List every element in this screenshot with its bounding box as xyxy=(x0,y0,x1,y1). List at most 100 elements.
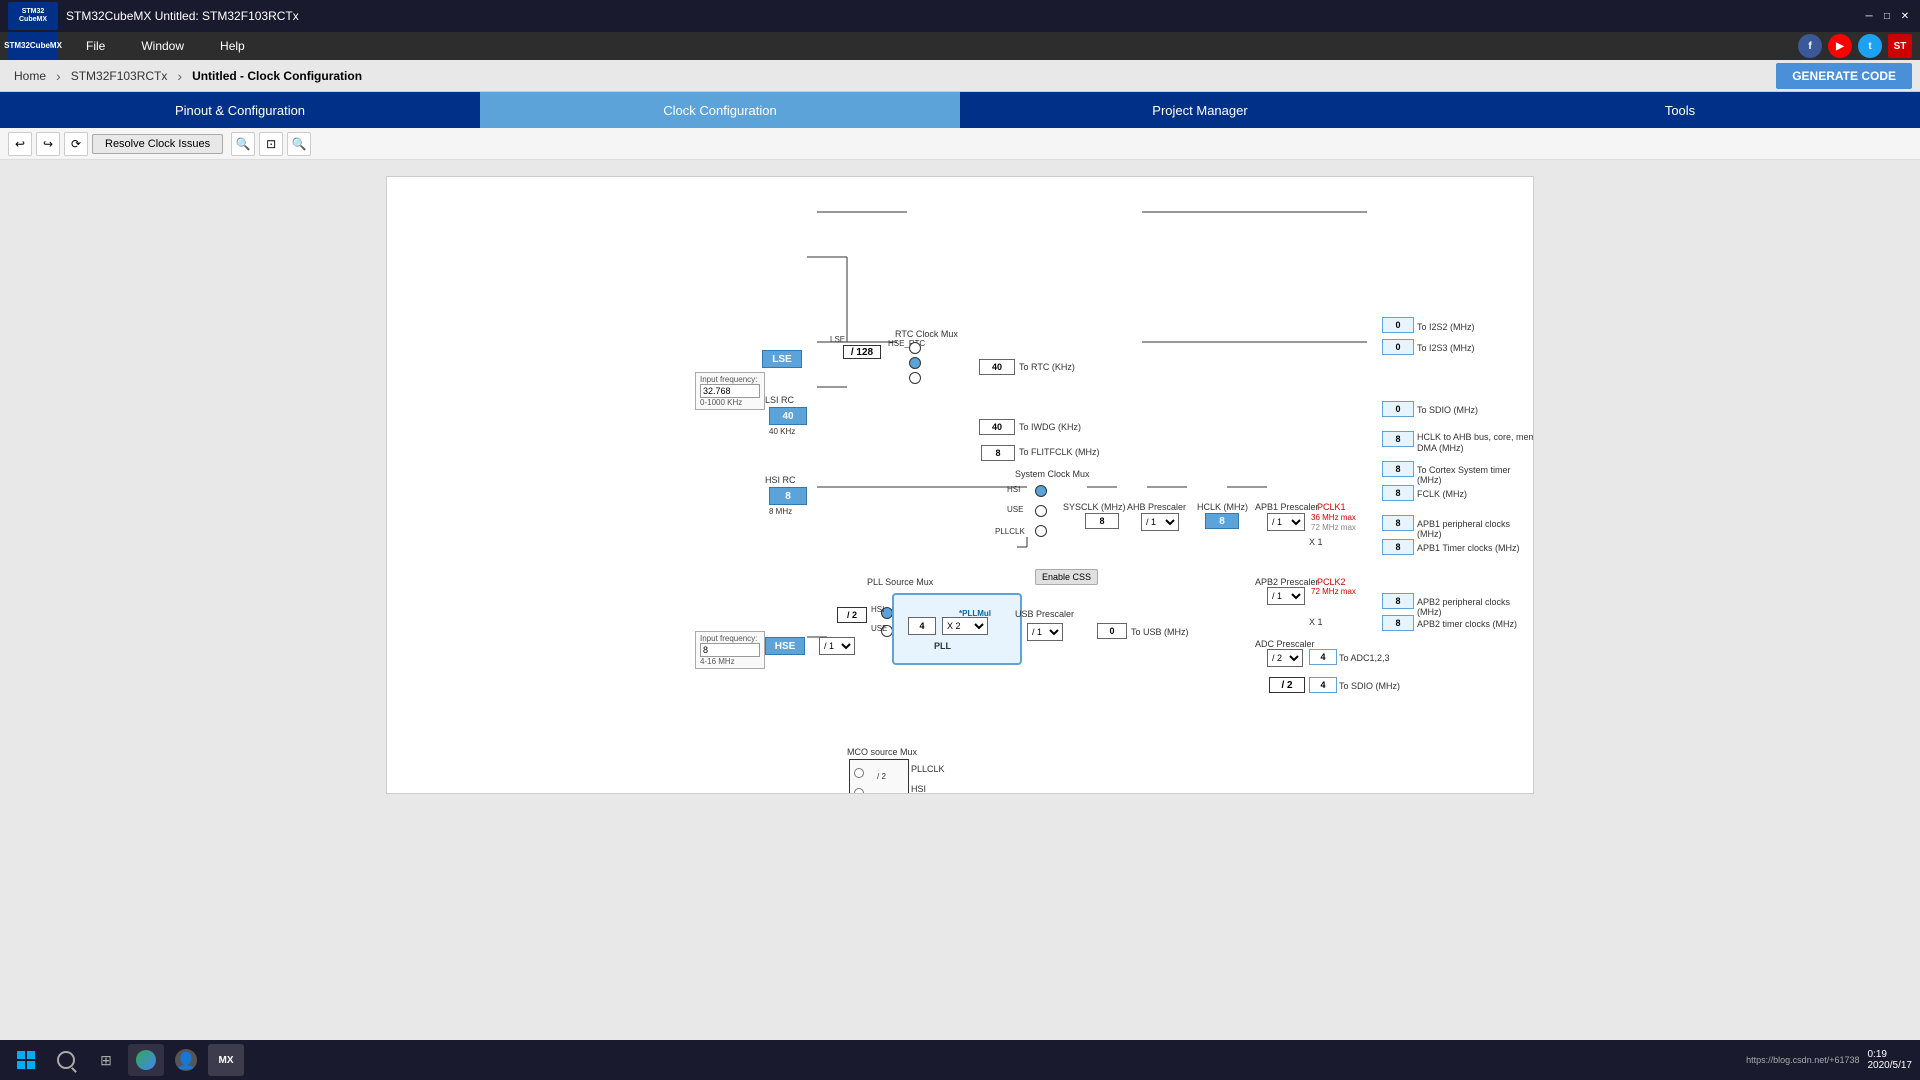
mco-source-mux-label: MCO source Mux xyxy=(847,747,917,757)
chrome-icon xyxy=(136,1050,156,1070)
input-freq-hsi-label: Input frequency: xyxy=(700,375,760,384)
undo-button[interactable]: ↩ xyxy=(8,132,32,156)
resolve-clock-button[interactable]: Resolve Clock Issues xyxy=(92,134,223,154)
sys-mux-circle-hsi[interactable] xyxy=(1035,485,1047,497)
lse-line-label: LSE xyxy=(830,335,845,344)
rtc-mux-circle-2[interactable] xyxy=(909,357,921,369)
apb1-prescaler-select[interactable]: / 1 / 2 / 4 xyxy=(1267,513,1305,531)
to-flitfclk-label: To FLITFCLK (MHz) xyxy=(1019,447,1100,457)
pclk1-label: PCLK1 xyxy=(1317,502,1346,512)
apb2-periph-val: 8 xyxy=(1382,593,1414,609)
mco-hsi-label: HSI xyxy=(911,784,926,794)
minimize-button[interactable]: ─ xyxy=(1862,9,1876,23)
apb1-timer-val: 8 xyxy=(1382,539,1414,555)
fit-button[interactable]: ⊡ xyxy=(259,132,283,156)
input-freq-hse-value[interactable] xyxy=(700,643,760,657)
youtube-icon[interactable]: ▶ xyxy=(1828,34,1852,58)
ahb-prescaler-select[interactable]: / 1 / 2 / 4 / 8 / 16 xyxy=(1141,513,1179,531)
breadcrumb-device[interactable]: STM32F103RCTx xyxy=(65,67,174,85)
zoom-in-button[interactable]: 🔍 xyxy=(231,132,255,156)
cortex-val: 8 xyxy=(1382,461,1414,477)
taskview-button[interactable]: ⊞ xyxy=(88,1044,124,1076)
to-rtc-label: To RTC (KHz) xyxy=(1019,362,1075,372)
pll-mul-val[interactable]: 4 xyxy=(908,617,936,635)
tab-project[interactable]: Project Manager xyxy=(960,92,1440,128)
maximize-button[interactable]: □ xyxy=(1880,9,1894,23)
window-menu[interactable]: Window xyxy=(133,35,192,57)
max-72mhz: 72 MHz max xyxy=(1311,523,1356,532)
mx-button[interactable]: MX xyxy=(208,1044,244,1076)
hse-box[interactable]: HSE xyxy=(765,637,805,655)
breadcrumb-sep-1: › xyxy=(56,68,61,84)
max-36mhz: 36 MHz max xyxy=(1311,513,1356,522)
input-freq-hsi-value[interactable] xyxy=(700,384,760,398)
redo-button[interactable]: ↪ xyxy=(36,132,60,156)
apb1-periph-val: 8 xyxy=(1382,515,1414,531)
rtc-mux-circle-1[interactable] xyxy=(909,342,921,354)
rtc-clock-mux-label: RTC Clock Mux xyxy=(895,329,958,339)
apb2-timer-label: APB2 timer clocks (MHz) xyxy=(1417,619,1517,629)
apb2-prescaler-select[interactable]: / 1 / 2 xyxy=(1267,587,1305,605)
generate-code-button[interactable]: GENERATE CODE xyxy=(1776,63,1912,89)
social-icons: f ▶ t ST xyxy=(1798,34,1912,58)
mco-div2-label: / 2 xyxy=(877,772,886,781)
hclk-ahb-val: 8 xyxy=(1382,431,1414,447)
apb1-x1: X 1 xyxy=(1309,537,1323,547)
pll-mux-hse: USE xyxy=(871,624,887,633)
tab-pinout[interactable]: Pinout & Configuration xyxy=(0,92,480,128)
breadcrumb: Home › STM32F103RCTx › Untitled - Clock … xyxy=(0,60,1920,92)
apb2-timer-val: 8 xyxy=(1382,615,1414,631)
enable-css-button[interactable]: Enable CSS xyxy=(1035,569,1098,585)
apb1-timer-label: APB1 Timer clocks (MHz) xyxy=(1417,543,1520,553)
mco-radio-pllclk[interactable] xyxy=(854,768,864,778)
tab-clock[interactable]: Clock Configuration xyxy=(480,92,960,128)
facebook-icon[interactable]: f xyxy=(1798,34,1822,58)
adc-prescaler-select[interactable]: / 2 / 4 / 6 / 8 xyxy=(1267,649,1303,667)
lse-box[interactable]: LSE xyxy=(762,350,802,368)
browser-icon[interactable] xyxy=(128,1044,164,1076)
mco-output-val: 0 xyxy=(781,793,815,794)
canvas-area: Input frequency: 0-1000 KHz LSE LSI RC 4… xyxy=(0,160,1920,1040)
tab-tools[interactable]: Tools xyxy=(1440,92,1920,128)
sys-mux-pll: PLLCLK xyxy=(995,527,1025,536)
pll-area: *PLLMul 4 X 2 X 4 X 6 X 8 PLL xyxy=(892,593,1022,665)
hclk-val[interactable]: 8 xyxy=(1205,513,1239,529)
rtc-mux-circle-3[interactable] xyxy=(909,372,921,384)
start-button[interactable] xyxy=(8,1044,44,1076)
pll-source-mux-label: PLL Source Mux xyxy=(867,577,933,587)
sys-mux-hsi: HSI xyxy=(1007,485,1020,494)
titlebar: STM32CubeMX STM32CubeMX Untitled: STM32F… xyxy=(0,0,1920,32)
taskbar-url: https://blog.csdn.net/+61738 xyxy=(1746,1055,1859,1065)
hsi-rc-label: HSI RC xyxy=(765,475,796,485)
to-adc-label: To ADC1,2,3 xyxy=(1339,653,1390,663)
apb2-prescaler-label: APB2 Prescaler xyxy=(1255,577,1319,587)
search-button[interactable] xyxy=(48,1044,84,1076)
hsi-rc-box[interactable]: 8 xyxy=(769,487,807,505)
breadcrumb-current[interactable]: Untitled - Clock Configuration xyxy=(186,67,368,85)
adc-val: 4 xyxy=(1309,649,1337,665)
refresh-button[interactable]: ⟳ xyxy=(64,132,88,156)
to-usb-label: To USB (MHz) xyxy=(1131,627,1189,637)
user-icon-button[interactable]: 👤 xyxy=(168,1044,204,1076)
hclk-ahb-label: HCLK to AHB bus, core, memory and DMA (M… xyxy=(1417,432,1534,454)
sdio2-val: 4 xyxy=(1309,677,1337,693)
help-menu[interactable]: Help xyxy=(212,35,253,57)
breadcrumb-home[interactable]: Home xyxy=(8,67,52,85)
mco-radio-hsi[interactable] xyxy=(854,788,864,794)
sys-mux-circle-pll[interactable] xyxy=(1035,525,1047,537)
twitter-icon[interactable]: t xyxy=(1858,34,1882,58)
linkedin-icon[interactable]: ST xyxy=(1888,34,1912,58)
toolbar: ↩ ↪ ⟳ Resolve Clock Issues 🔍 ⊡ 🔍 xyxy=(0,128,1920,160)
close-button[interactable]: ✕ xyxy=(1898,9,1912,23)
hse-div-select[interactable]: / 1 / 2 xyxy=(819,637,855,655)
to-sdio-label: To SDIO (MHz) xyxy=(1417,405,1478,415)
hsi-div2-box: / 2 xyxy=(837,607,867,623)
zoom-out-button[interactable]: 🔍 xyxy=(287,132,311,156)
sdio-val: 0 xyxy=(1382,401,1414,417)
pll-x2-select[interactable]: X 2 X 4 X 6 X 8 xyxy=(942,617,988,635)
usb-prescaler-select[interactable]: / 1 / 1.5 xyxy=(1027,623,1063,641)
sys-mux-circle-hse[interactable] xyxy=(1035,505,1047,517)
apb1-periph-label: APB1 peripheral clocks (MHz) xyxy=(1417,519,1533,539)
lsi-rc-box[interactable]: 40 xyxy=(769,407,807,425)
file-menu[interactable]: File xyxy=(78,35,113,57)
